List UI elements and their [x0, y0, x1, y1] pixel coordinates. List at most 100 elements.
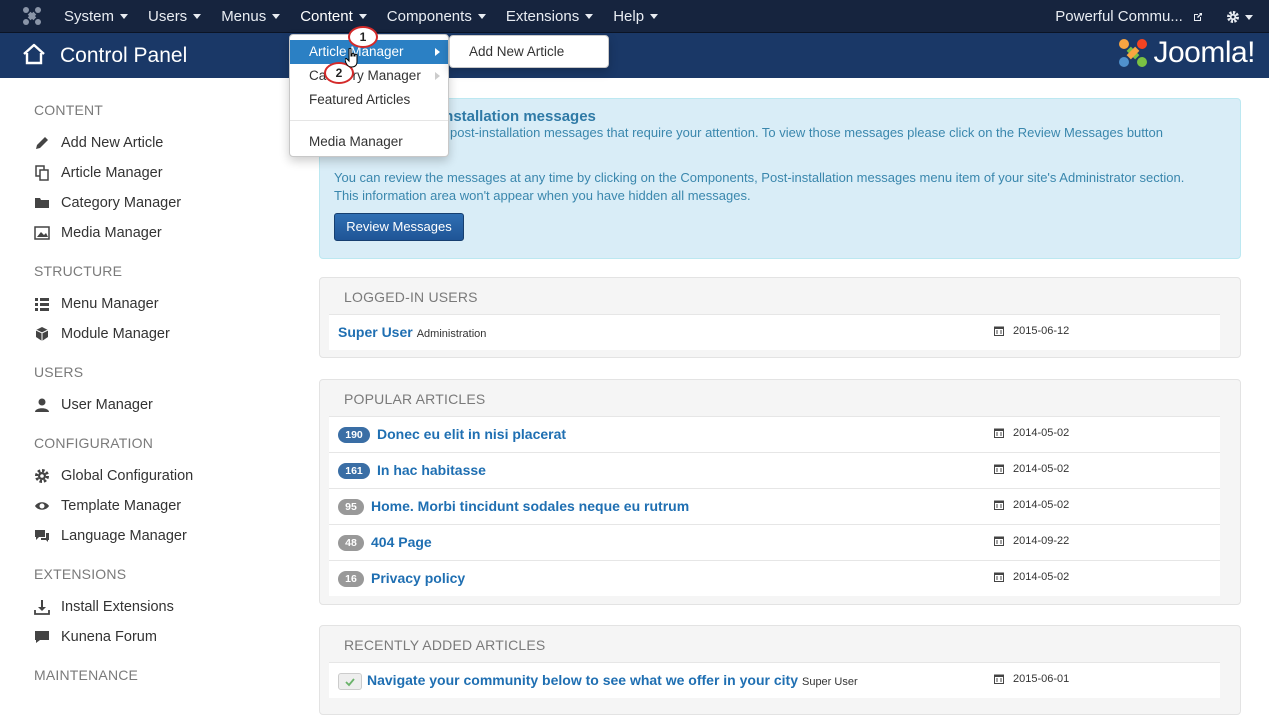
- date-text: 2015-06-01: [1013, 673, 1070, 685]
- menu-item-category-manager[interactable]: Category Manager: [290, 64, 448, 88]
- site-preview-link[interactable]: Powerful Commu...: [1055, 0, 1203, 33]
- published-check-icon: [338, 673, 362, 690]
- copy-icon: [34, 165, 50, 181]
- sidebar-item-kunena-forum[interactable]: Kunena Forum: [34, 626, 157, 648]
- article-author: Super User: [801, 676, 858, 688]
- menu-item-media-manager[interactable]: Media Manager: [290, 130, 448, 154]
- sidebar-item-template-manager[interactable]: Template Manager: [34, 495, 181, 517]
- cog-icon: [34, 468, 50, 484]
- recent-articles-panel: RECENTLY ADDED ARTICLES Navigate your co…: [319, 625, 1241, 715]
- calendar-icon: [994, 428, 1004, 438]
- joomla-brand: Joomla!: [1117, 36, 1255, 70]
- date-text: 2014-09-22: [1013, 535, 1070, 547]
- sidebar-item-module-manager[interactable]: Module Manager: [34, 323, 170, 345]
- sidebar-item-label: Category Manager: [61, 195, 182, 211]
- sidebar-heading-maintenance: MAINTENANCE: [34, 667, 139, 683]
- table-row: 161 In hac habitasse 2014-05-02: [329, 452, 1220, 488]
- menu-components[interactable]: Components: [377, 0, 496, 33]
- article-link[interactable]: 404 Page: [371, 534, 432, 550]
- sidebar-item-label: User Manager: [61, 397, 153, 413]
- settings-menu[interactable]: [1226, 0, 1253, 33]
- alert-text: This information area won't appear when …: [334, 188, 751, 203]
- sidebar-item-menu-manager[interactable]: Menu Manager: [34, 293, 159, 315]
- chevron-down-icon: [358, 13, 367, 19]
- popular-articles-panel: POPULAR ARTICLES 190 Donec eu elit in ni…: [319, 379, 1241, 605]
- row-date: 2015-06-01: [994, 673, 1069, 685]
- sidebar-item-label: Media Manager: [61, 225, 162, 241]
- step-marker-1: 1: [348, 26, 378, 48]
- menu-menus[interactable]: Menus: [211, 0, 290, 33]
- menu-extensions[interactable]: Extensions: [496, 0, 603, 33]
- chevron-right-icon: [435, 72, 440, 80]
- hits-badge: 16: [338, 571, 364, 587]
- gear-icon: [1227, 11, 1239, 24]
- menu-system-label: System: [64, 8, 115, 25]
- sidebar-item-article-manager[interactable]: Article Manager: [34, 162, 163, 184]
- chevron-down-icon: [120, 13, 129, 19]
- sidebar-item-global-configuration[interactable]: Global Configuration: [34, 465, 193, 487]
- menu-system[interactable]: System: [54, 0, 138, 33]
- sidebar-item-media-manager[interactable]: Media Manager: [34, 222, 162, 244]
- sidebar-item-user-manager[interactable]: User Manager: [34, 394, 153, 416]
- panel-title: POPULAR ARTICLES: [344, 391, 486, 407]
- page-header: Control Panel Joomla!: [0, 33, 1269, 78]
- chevron-down-icon: [193, 13, 202, 19]
- menu-item-label: Featured Articles: [309, 92, 411, 107]
- sidebar-item-add-new-article[interactable]: Add New Article: [34, 132, 163, 154]
- sidebar-item-label: Add New Article: [61, 135, 164, 151]
- review-messages-button[interactable]: Review Messages: [334, 213, 464, 241]
- home-icon: [23, 43, 45, 65]
- hits-badge: 190: [338, 427, 370, 443]
- menu-item-label: Media Manager: [309, 134, 403, 149]
- sidebar-item-label: Language Manager: [61, 528, 187, 544]
- calendar-icon: [994, 500, 1004, 510]
- chevron-down-icon: [477, 13, 486, 19]
- joomla-logo-icon[interactable]: [22, 6, 42, 26]
- pencil-icon: [34, 135, 50, 151]
- page-title: Control Panel: [60, 44, 188, 67]
- image-icon: [34, 225, 50, 241]
- calendar-icon: [994, 572, 1004, 582]
- alert-text: post-installation messages that require …: [450, 125, 1163, 140]
- table-row: 16 Privacy policy 2014-05-02: [329, 560, 1220, 596]
- joomla-logo-icon: [1119, 39, 1148, 67]
- article-link[interactable]: In hac habitasse: [377, 462, 486, 478]
- row-date: 2014-05-02: [994, 463, 1069, 475]
- calendar-icon: [994, 326, 1004, 336]
- row-date: 2014-05-02: [994, 427, 1069, 439]
- article-link[interactable]: Navigate your community below to see wha…: [367, 672, 858, 688]
- eye-icon: [34, 498, 50, 514]
- user-link[interactable]: Super User Administration: [338, 324, 486, 340]
- article-link[interactable]: Home. Morbi tincidunt sodales neque eu r…: [371, 498, 689, 514]
- date-text: 2014-05-02: [1013, 463, 1070, 475]
- brand-name: Joomla!: [1153, 36, 1255, 69]
- calendar-icon: [994, 464, 1004, 474]
- article-link[interactable]: Donec eu elit in nisi placerat: [377, 426, 566, 442]
- comments-icon: [34, 528, 50, 544]
- table-row: 48 404 Page 2014-09-22: [329, 524, 1220, 560]
- table-row: Super User Administration 2015-06-12: [329, 314, 1220, 350]
- menu-components-label: Components: [386, 8, 472, 25]
- sidebar-item-language-manager[interactable]: Language Manager: [34, 525, 187, 547]
- hits-badge: 161: [338, 463, 370, 479]
- sidebar-item-label: Kunena Forum: [61, 629, 157, 645]
- article-link[interactable]: Privacy policy: [371, 570, 465, 586]
- submenu-add-new-article[interactable]: Add New Article: [449, 35, 609, 68]
- cube-icon: [34, 326, 50, 342]
- user-name: Super User: [338, 324, 413, 340]
- chevron-down-icon: [585, 13, 594, 19]
- sidebar-item-install-extensions[interactable]: Install Extensions: [34, 596, 174, 618]
- menu-help-label: Help: [613, 8, 645, 25]
- menu-item-featured-articles[interactable]: Featured Articles: [290, 88, 448, 112]
- logged-in-users-panel: LOGGED-IN USERS Super User Administration…: [319, 277, 1241, 358]
- hits-badge: 95: [338, 499, 364, 515]
- menu-users[interactable]: Users: [138, 0, 211, 33]
- chevron-down-icon: [1245, 14, 1253, 20]
- menu-help[interactable]: Help: [603, 0, 668, 33]
- date-text: 2015-06-12: [1013, 325, 1070, 337]
- sidebar-item-category-manager[interactable]: Category Manager: [34, 192, 181, 214]
- user-icon: [34, 397, 50, 413]
- sidebar-item-label: Module Manager: [61, 326, 170, 342]
- folder-icon: [34, 195, 50, 211]
- menu-users-label: Users: [148, 8, 188, 25]
